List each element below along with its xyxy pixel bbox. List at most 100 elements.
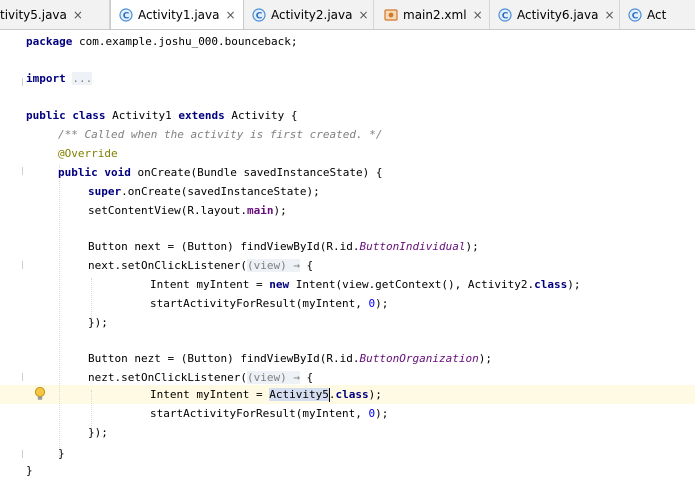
svg-text:C: C — [502, 11, 509, 21]
tab-label: main2.xml — [403, 7, 467, 22]
code-text: } — [26, 464, 33, 477]
tab-label: Activity6.java — [517, 7, 599, 22]
lightbulb-icon[interactable] — [34, 386, 46, 402]
code-line: }); — [88, 313, 108, 332]
code-text: Intent(view.getContext(), Activity2. — [289, 278, 535, 291]
code-line: next.setOnClickListener((view) → { — [88, 256, 313, 275]
xml-layout-icon — [384, 8, 398, 22]
fold-marker — [22, 78, 23, 86]
code-text: } — [58, 447, 65, 460]
code-line: /** Called when the activity is first cr… — [58, 125, 383, 144]
tab-label: Activity2.java — [271, 7, 353, 22]
code-text: ); — [368, 388, 382, 401]
static-field-ref: ButtonOrganization — [359, 352, 479, 365]
field-ref: main — [246, 204, 274, 217]
code-text: { — [299, 259, 314, 272]
doc-comment: /** Called when the activity is first cr… — [58, 128, 383, 141]
code-text: ); — [567, 278, 581, 291]
keyword: import — [26, 72, 66, 85]
code-text: Intent myIntent = — [150, 388, 270, 401]
code-text: nezt.setOnClickListener( — [88, 371, 247, 384]
tab-main2-xml[interactable]: main2.xml × — [374, 0, 490, 29]
text-caret — [328, 388, 330, 402]
code-text: .onCreate(savedInstanceState); — [121, 185, 320, 198]
keyword: class — [335, 388, 369, 401]
folded-imports[interactable]: ... — [72, 72, 93, 85]
code-text: }); — [88, 426, 108, 439]
code-text: startActivityForResult(myIntent, — [150, 297, 369, 310]
code-text: Activity1 — [105, 109, 179, 122]
code-text: com.example.joshu_000.bounceback; — [72, 35, 298, 48]
code-line: import ... — [26, 69, 93, 88]
keyword: public void — [58, 166, 131, 179]
code-text: next.setOnClickListener( — [88, 259, 247, 272]
fold-marker — [22, 450, 23, 458]
tab-act-truncated[interactable]: C Act — [620, 0, 695, 29]
tab-activity5[interactable]: tivity5.java × — [0, 0, 110, 29]
code-line: Intent myIntent = Activity5.class); — [150, 388, 382, 402]
code-text: ); — [478, 352, 492, 365]
tab-label: Act — [647, 7, 667, 22]
code-line: } — [58, 444, 65, 463]
code-line: Button nezt = (Button) findViewById(R.id… — [88, 349, 492, 368]
code-text: Activity { — [224, 109, 298, 122]
keyword: package — [26, 35, 73, 48]
keyword: public class — [26, 109, 106, 122]
editor-tab-bar: tivity5.java × C Activity1.java × C Acti… — [0, 0, 695, 30]
code-text: { — [299, 371, 314, 384]
fold-marker — [22, 373, 23, 381]
code-line: } — [26, 461, 33, 480]
code-text: }); — [88, 316, 108, 329]
keyword: new — [269, 278, 290, 291]
code-line: public class Activity1 extends Activity … — [26, 106, 298, 125]
code-text: startActivityForResult(myIntent, — [150, 407, 369, 420]
code-text: Button nezt = (Button) findViewById(R.id… — [88, 352, 360, 365]
keyword: extends — [178, 109, 225, 122]
close-tab-icon[interactable]: × — [604, 8, 614, 22]
code-line: startActivityForResult(myIntent, 0); — [150, 404, 388, 423]
java-class-icon: C — [498, 7, 512, 22]
folded-lambda[interactable]: (view) → — [246, 371, 300, 384]
close-tab-icon[interactable]: × — [358, 8, 368, 22]
keyword: class — [534, 278, 568, 291]
code-line: Intent myIntent = new Intent(view.getCon… — [150, 275, 581, 294]
code-editor[interactable]: package com.example.joshu_000.bounceback… — [0, 30, 695, 494]
code-text: Button next = (Button) findViewById(R.id… — [88, 240, 360, 253]
code-text: onCreate(Bundle savedInstanceState) { — [130, 166, 383, 179]
close-tab-icon[interactable]: × — [473, 8, 483, 22]
fold-marker — [22, 167, 23, 175]
static-field-ref: ButtonIndividual — [359, 240, 466, 253]
code-line: }); — [88, 423, 108, 442]
tab-activity6[interactable]: C Activity6.java × — [490, 0, 620, 29]
close-tab-icon[interactable]: × — [225, 8, 235, 22]
annotation: @Override — [58, 147, 118, 160]
tab-activity2[interactable]: C Activity2.java × — [244, 0, 374, 29]
code-line: package com.example.joshu_000.bounceback… — [26, 32, 298, 51]
code-text: setContentView(R.layout. — [88, 204, 247, 217]
code-text: ); — [375, 297, 389, 310]
code-text: ); — [273, 204, 287, 217]
indent-guide — [59, 165, 60, 458]
close-tab-icon[interactable]: × — [73, 8, 83, 22]
svg-text:C: C — [123, 12, 130, 22]
java-class-icon: C — [119, 8, 133, 22]
svg-text:C: C — [632, 11, 639, 21]
code-text: Intent myIntent = — [150, 278, 270, 291]
tab-label: tivity5.java — [0, 7, 67, 22]
selected-identifier[interactable]: Activity5 — [269, 388, 329, 401]
code-line: setContentView(R.layout.main); — [88, 201, 287, 220]
code-text: ); — [465, 240, 479, 253]
tab-label: Activity1.java — [138, 8, 220, 22]
code-line: Button next = (Button) findViewById(R.id… — [88, 237, 479, 256]
code-line: public void onCreate(Bundle savedInstanc… — [58, 163, 383, 182]
java-class-icon: C — [628, 7, 642, 22]
java-class-icon: C — [252, 7, 266, 22]
svg-text:C: C — [256, 11, 263, 21]
tab-activity1[interactable]: C Activity1.java × — [110, 0, 244, 29]
keyword: super — [88, 185, 122, 198]
code-line: @Override — [58, 144, 118, 163]
folded-lambda[interactable]: (view) → — [246, 259, 300, 272]
fold-marker — [22, 261, 23, 269]
code-line: super.onCreate(savedInstanceState); — [88, 182, 320, 201]
code-line: startActivityForResult(myIntent, 0); — [150, 294, 388, 313]
